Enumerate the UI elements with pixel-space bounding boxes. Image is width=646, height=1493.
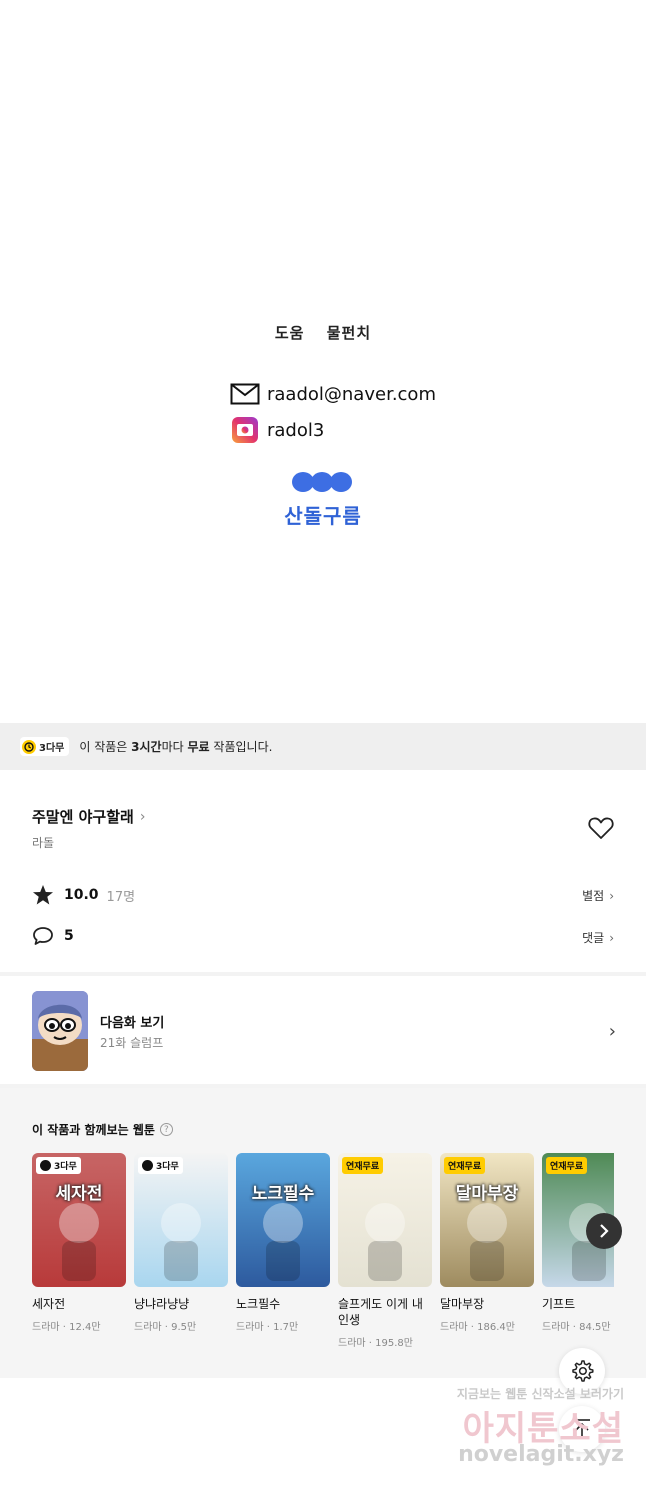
watermark-url: novelagit.xyz [458, 1442, 624, 1467]
recommendation-card[interactable]: 세자전 3다무세자전드라마 · 12.4만 [32, 1153, 126, 1333]
carousel-next-button[interactable] [586, 1213, 622, 1249]
recommendation-meta: 드라마 · 195.8만 [338, 1338, 413, 1349]
helper-name: 물펀치 [326, 324, 372, 342]
recommendation-card[interactable]: 달마부장 연재무료달마부장드라마 · 186.4만 [440, 1153, 534, 1333]
cover-badge-label: 3다무 [54, 1162, 77, 1172]
rating-value: 10.0 [64, 887, 99, 903]
work-info: 주말엔 야구할래 › 라돌 10.0 17명 별점 › 5 댓글 › [0, 770, 646, 972]
recommendation-title: 기프트 [542, 1297, 576, 1311]
recommendation-carousel: 세자전 3다무 세자전 드라마 · 12.4만 3다무 냥냐라냥냥 드라마 · 9.5만 노크… [32, 1153, 614, 1363]
recommendation-header: 이 작품과 함께보는 웹툰 ? [32, 1121, 173, 1138]
favorite-heart-icon[interactable] [588, 816, 614, 840]
arrow-up-icon [574, 1419, 590, 1438]
chevron-right-icon: › [609, 888, 614, 903]
cover-badge: 3다무 [36, 1157, 81, 1174]
free-notice-bar: 3다무 이 작품은 3시간마다 무료 작품입니다. [0, 723, 646, 770]
recommendation-meta: 드라마 · 12.4만 [32, 1322, 101, 1333]
recommendation-card[interactable]: 3다무냥냐라냥냥드라마 · 9.5만 [134, 1153, 228, 1333]
helpers-label: 도움 [274, 324, 305, 342]
clock-icon [142, 1160, 153, 1171]
next-episode-label: 다음화 보기 [100, 1016, 165, 1031]
cover-badge-label: 3다무 [156, 1162, 179, 1172]
chevron-right-icon: › [608, 1021, 616, 1042]
cover-badge: 3다무 [138, 1157, 183, 1174]
work-title: 주말엔 야구할래 [32, 808, 134, 826]
comment-summary: 5 [32, 926, 74, 946]
recommendation-meta: 드라마 · 186.4만 [440, 1322, 515, 1333]
recommendation-meta: 드라마 · 1.7만 [236, 1322, 299, 1333]
work-title-link[interactable]: 주말엔 야구할래 › [32, 806, 145, 827]
recommendation-title: 슬프게도 이게 내 인생 [338, 1297, 423, 1327]
comments-link[interactable]: 댓글 › [582, 929, 614, 946]
recommendation-cover: 노크필수 [236, 1153, 330, 1287]
clock-icon [22, 739, 36, 754]
recommendation-meta: 드라마 · 9.5만 [134, 1322, 197, 1333]
instagram-handle: radol3 [267, 419, 325, 441]
next-episode-row[interactable]: 다음화 보기 21화 슬럼프 › [0, 976, 646, 1084]
rating-count: 17명 [106, 889, 136, 905]
comments-link-label: 댓글 [582, 931, 605, 945]
three-hour-free-badge: 3다무 [20, 737, 70, 756]
recommendation-cover: 달마부장 연재무료 [440, 1153, 534, 1287]
publisher-name: 산돌구름 [284, 504, 362, 528]
chevron-right-icon: › [139, 808, 146, 825]
gear-icon [572, 1360, 594, 1382]
recommendation-card[interactable]: 노크필수 노크필수 드라마 · 1.7만 [236, 1153, 330, 1333]
cover-badge: 연재무료 [444, 1157, 486, 1174]
recommendation-title: 이 작품과 함께보는 웹툰 [32, 1123, 155, 1137]
rating-link[interactable]: 별점 › [582, 887, 614, 904]
star-icon [33, 885, 53, 905]
recommendation-meta: 드라마 · 84.5만 [542, 1322, 611, 1333]
recommendation-title: 노크필수 [236, 1297, 281, 1311]
chevron-right-icon: › [609, 930, 614, 945]
cover-badge: 연재무료 [546, 1157, 588, 1174]
email-contact: raadol@naver.com [230, 380, 436, 408]
watermark-caption: 지금보는 웹툰 신작소설 보러가기 [456, 1387, 624, 1401]
cover-badge-label: 연재무료 [550, 1162, 584, 1172]
recommendation-card[interactable]: 연재무료슬프게도 이게 내 인생드라마 · 195.8만 [338, 1153, 432, 1349]
viewer-page: 도움 물펀치 raadol@naver.com radol3 산돌구름 3다무 … [0, 0, 646, 1493]
cover-title: 세자전 [55, 1184, 103, 1204]
clock-icon [40, 1160, 51, 1171]
publisher-logo: 산돌구름 [0, 472, 646, 529]
recommendation-title: 냥냐라냥냥 [134, 1297, 190, 1311]
settings-button[interactable] [559, 1348, 605, 1394]
chevron-right-icon [600, 1224, 609, 1238]
instagram-contact: radol3 [230, 416, 324, 444]
episode-credits: 도움 물펀치 raadol@naver.com radol3 산돌구름 [0, 0, 646, 723]
next-episode-thumbnail [32, 991, 88, 1071]
rating-summary: 10.0 17명 [32, 884, 135, 906]
recommendation-cover: 3다무 [134, 1153, 228, 1287]
comment-bubble-icon [33, 927, 53, 945]
scroll-top-button[interactable] [559, 1406, 605, 1452]
helpers-credit: 도움 물펀치 [0, 322, 646, 343]
recommendation-title: 달마부장 [440, 1297, 485, 1311]
instagram-icon [230, 416, 260, 444]
comment-count: 5 [64, 928, 74, 944]
badge-label: 3다무 [39, 743, 65, 754]
recommendation-section: 이 작품과 함께보는 웹툰 ? 세자전 3다무세자전드라마 · 12.4만 3다무냥… [0, 1088, 646, 1378]
help-icon[interactable]: ? [159, 1123, 173, 1136]
notice-text: 이 작품은 3시간마다 무료 작품입니다. [79, 740, 273, 754]
next-episode-title: 21화 슬럼프 [100, 1036, 164, 1050]
cover-badge-label: 연재무료 [448, 1162, 482, 1172]
recommendation-cover: 연재무료 [338, 1153, 432, 1287]
rating-link-label: 별점 [582, 889, 605, 903]
cloud-logo-icon [291, 472, 352, 492]
email-text: raadol@naver.com [267, 383, 436, 405]
cover-badge-label: 연재무료 [346, 1162, 380, 1172]
cover-title: 달마부장 [455, 1184, 519, 1204]
recommendation-cover: 세자전 3다무 [32, 1153, 126, 1287]
recommendation-title: 세자전 [32, 1297, 66, 1311]
work-author: 라돌 [32, 836, 55, 850]
mail-icon [230, 380, 260, 408]
cover-badge: 연재무료 [342, 1157, 384, 1174]
cover-title: 노크필수 [251, 1184, 315, 1204]
